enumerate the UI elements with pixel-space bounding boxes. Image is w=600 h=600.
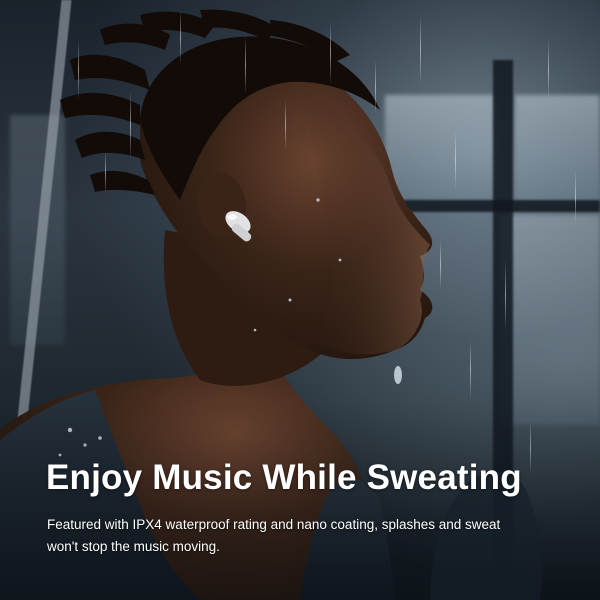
rain-streak [575, 170, 576, 225]
rain-streak [375, 60, 376, 115]
headline: Enjoy Music While Sweating [46, 458, 522, 497]
rain-streak [548, 40, 549, 100]
rain-streak [420, 15, 421, 85]
rain-streak [78, 40, 79, 100]
rain-streak [330, 20, 331, 85]
rain-streak [130, 90, 131, 160]
rain-streak [440, 240, 441, 290]
rain-streak [505, 260, 506, 330]
rain-streak [285, 100, 286, 150]
rain-streak [180, 10, 181, 65]
rain-streak [470, 340, 471, 400]
feature-description: Featured with IPX4 waterproof rating and… [47, 517, 501, 554]
product-banner: Enjoy Music While Sweating Featured with… [0, 0, 600, 600]
rain-streak [105, 150, 106, 195]
text-backdrop [0, 400, 600, 600]
rain-streak [245, 35, 246, 95]
rain-streak [455, 130, 456, 190]
